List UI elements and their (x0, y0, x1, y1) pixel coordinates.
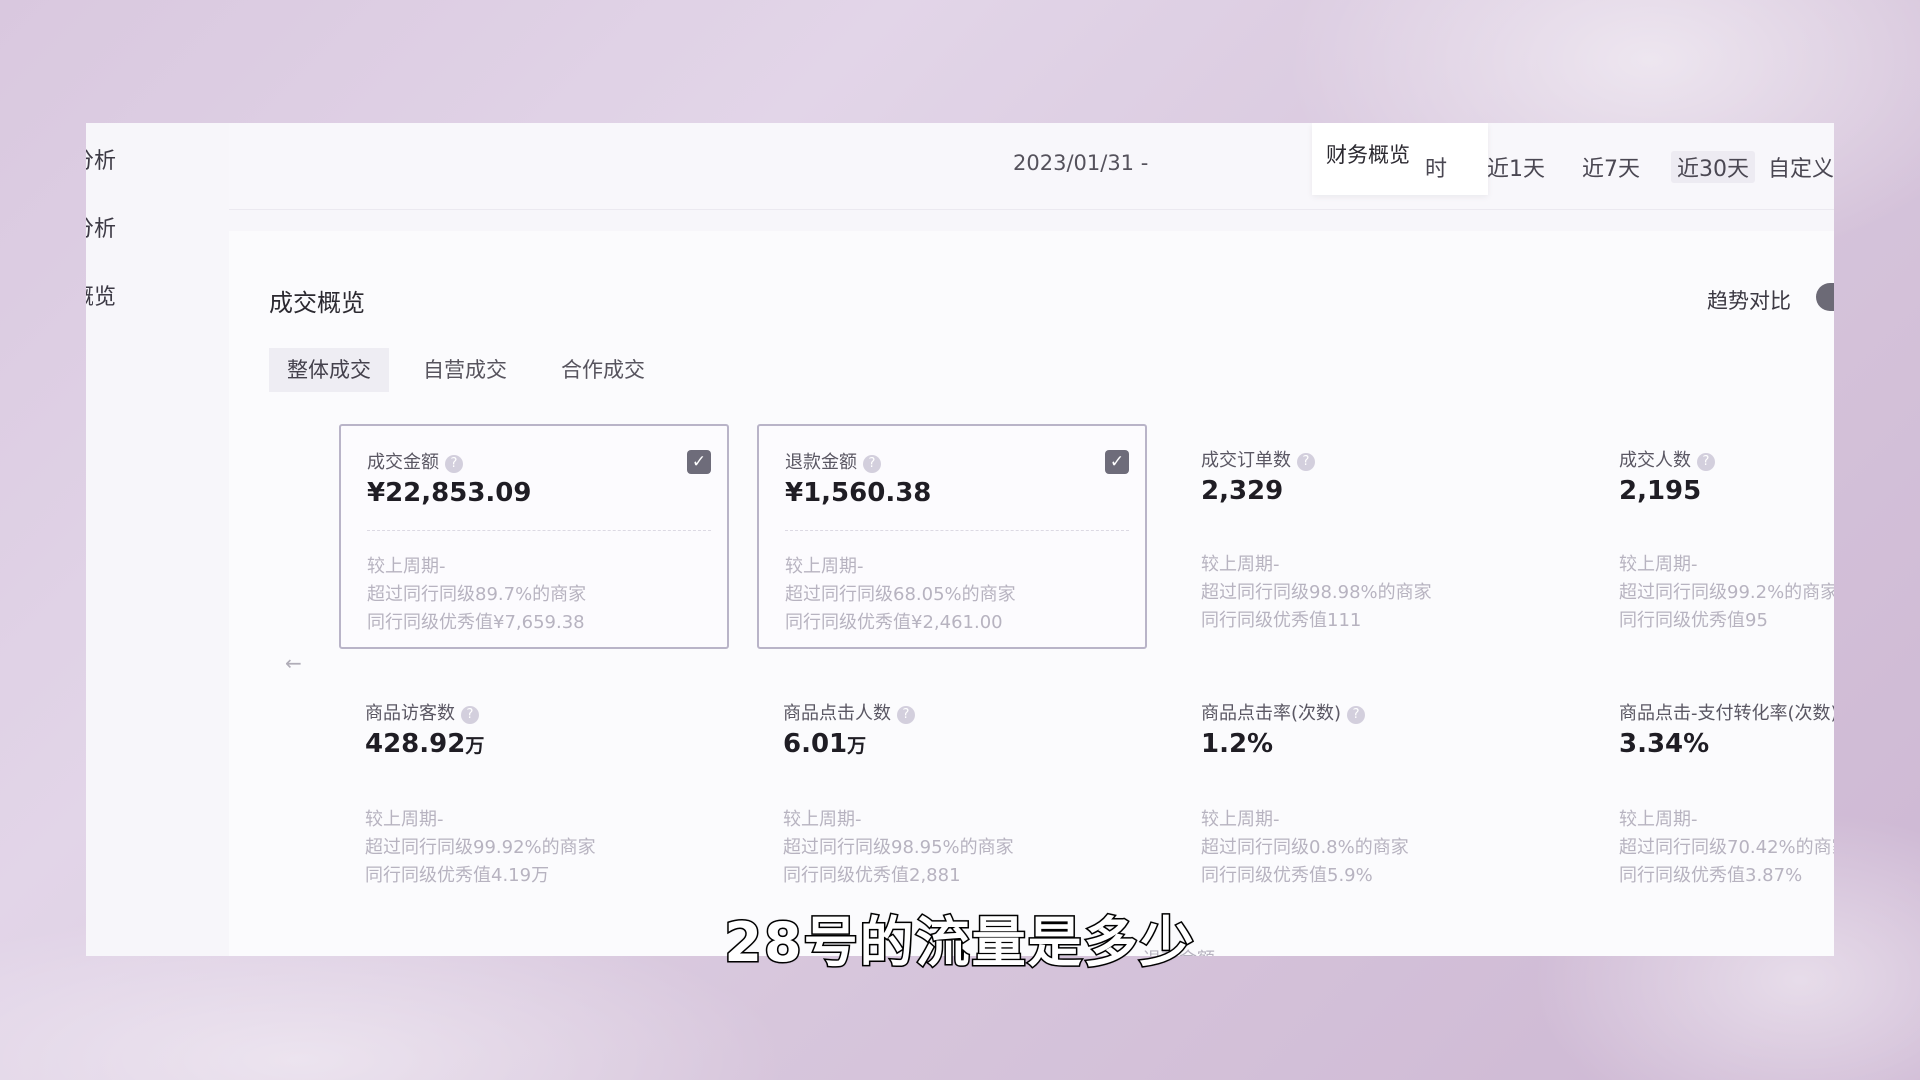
sidebar-item-overview[interactable]: 概览 (86, 279, 116, 311)
tab-self-operated[interactable]: 自营成交 (405, 348, 525, 392)
metric-value: 2,195 (1619, 476, 1702, 506)
metric-benchmark: 同行同级优秀值¥2,461.00 (785, 612, 1003, 633)
checkbox-checked-icon[interactable]: ✓ (687, 450, 711, 474)
question-circle-icon[interactable]: ? (1347, 706, 1366, 724)
question-circle-icon[interactable]: ? (863, 455, 881, 473)
question-circle-icon[interactable]: ? (1297, 453, 1315, 471)
range-1day[interactable]: 近1天 (1487, 151, 1545, 183)
metric-card-visitors[interactable]: 商品访客数? 428.92万 较上周期- 超过同行同级99.92%的商家 同行同… (339, 677, 729, 902)
question-circle-icon[interactable]: ? (445, 455, 463, 473)
arrow-left-icon[interactable]: ← (285, 651, 302, 675)
metric-label: 商品点击-支付转化率(次数) (1619, 703, 1834, 724)
video-caption: 28号的流量是多少 (723, 910, 1196, 976)
metric-value: 6.01万 (783, 729, 867, 759)
range-hour[interactable]: 时 (1425, 151, 1447, 183)
top-bar: 2023/01/31 - 财务概览 时 近1天 近7天 近30天 自定义 更多 (229, 123, 1834, 210)
metric-compare: 较上周期- (1201, 554, 1280, 575)
question-circle-icon[interactable]: ? (461, 706, 479, 724)
metric-value: 1.2% (1201, 729, 1274, 759)
metric-benchmark: 同行同级优秀值4.19万 (365, 865, 550, 886)
metric-compare: 较上周期- (367, 556, 446, 577)
metric-rank: 超过同行同级98.98%的商家 (1201, 582, 1432, 603)
metric-compare: 较上周期- (785, 556, 864, 577)
deal-overview-panel: 成交概览 趋势对比 整体成交 自营成交 合作成交 ← 成交金额? ✓ ¥22,8… (229, 231, 1834, 956)
tab-overall[interactable]: 整体成交 (269, 348, 389, 392)
metric-label: 成交订单数? (1201, 446, 1315, 472)
trend-compare-label: 趋势对比 (1707, 289, 1791, 313)
metric-benchmark: 同行同级优秀值95 (1619, 610, 1768, 631)
checkbox-checked-icon[interactable]: ✓ (1105, 450, 1129, 474)
divider (785, 530, 1129, 531)
metric-value: 2,329 (1201, 476, 1284, 506)
metric-compare: 较上周期- (365, 809, 444, 830)
metric-rank: 超过同行同级68.05%的商家 (785, 584, 1016, 605)
metric-value: 3.34% (1619, 729, 1710, 759)
metric-benchmark: 同行同级优秀值2,881 (783, 865, 961, 886)
metric-benchmark: 同行同级优秀值111 (1201, 610, 1362, 631)
divider (367, 530, 711, 531)
metric-card-clickers[interactable]: 商品点击人数? 6.01万 较上周期- 超过同行同级98.95%的商家 同行同级… (757, 677, 1147, 902)
sidebar: 分析 分析 概览 (86, 123, 226, 956)
question-circle-icon[interactable]: ? (1697, 453, 1715, 471)
panel-title: 成交概览 (269, 289, 365, 317)
range-30days[interactable]: 近30天 (1671, 151, 1755, 183)
metric-rank: 超过同行同级0.8%的商家 (1201, 837, 1409, 858)
metric-card-deal-amount[interactable]: 成交金额? ✓ ¥22,853.09 较上周期- 超过同行同级89.7%的商家 … (339, 424, 729, 649)
date-range[interactable]: 2023/01/31 - (1013, 151, 1148, 175)
metric-compare: 较上周期- (783, 809, 862, 830)
metric-compare: 较上周期- (1619, 809, 1698, 830)
finance-overview-label: 财务概览 (1326, 143, 1410, 167)
metric-label: 商品访客数? (365, 699, 479, 725)
metric-label: 退款金额? (785, 448, 881, 474)
metric-label: 商品点击人数? (783, 699, 915, 725)
metric-benchmark: 同行同级优秀值¥7,659.38 (367, 612, 585, 633)
metric-benchmark: 同行同级优秀值3.87% (1619, 865, 1803, 886)
metric-rank: 超过同行同级70.42%的商家 (1619, 837, 1834, 858)
metric-benchmark: 同行同级优秀值5.9% (1201, 865, 1373, 886)
question-circle-icon[interactable]: ? (897, 706, 915, 724)
trend-compare-toggle[interactable] (1816, 283, 1834, 311)
sidebar-item-analysis-2[interactable]: 分析 (86, 211, 116, 243)
metric-rank: 超过同行同级98.95%的商家 (783, 837, 1014, 858)
metric-card-refund-amount[interactable]: 退款金额? ✓ ¥1,560.38 较上周期- 超过同行同级68.05%的商家 … (757, 424, 1147, 649)
tab-cooperation[interactable]: 合作成交 (543, 348, 663, 392)
metric-value: 428.92万 (365, 729, 485, 759)
metric-compare: 较上周期- (1201, 809, 1280, 830)
metric-rank: 超过同行同级89.7%的商家 (367, 584, 587, 605)
metric-rank: 超过同行同级99.92%的商家 (365, 837, 596, 858)
finance-overview-tooltip[interactable]: 财务概览 (1312, 123, 1488, 195)
metric-label: 成交人数? (1619, 446, 1715, 472)
sidebar-item-analysis-1[interactable]: 分析 (86, 143, 116, 175)
metric-value: ¥22,853.09 (367, 478, 532, 508)
app-window: 分析 分析 概览 2023/01/31 - 财务概览 时 近1天 近7天 近30… (86, 123, 1834, 956)
metric-rank: 超过同行同级99.2%的商家 (1619, 582, 1834, 603)
metric-card-buyer-count[interactable]: 成交人数? 2,195 较上周期- 超过同行同级99.2%的商家 同行同级优秀值… (1593, 424, 1834, 649)
metric-label: 成交金额? (367, 448, 463, 474)
metric-card-click-rate[interactable]: 商品点击率(次数)? 1.2% 较上周期- 超过同行同级0.8%的商家 同行同级… (1175, 677, 1565, 902)
metric-value: ¥1,560.38 (785, 478, 932, 508)
metric-card-conversion-rate[interactable]: 商品点击-支付转化率(次数) 3.34% 较上周期- 超过同行同级70.42%的… (1593, 677, 1834, 902)
metric-label: 商品点击率(次数)? (1201, 699, 1366, 725)
range-custom[interactable]: 自定义 (1768, 151, 1834, 183)
metric-card-order-count[interactable]: 成交订单数? 2,329 较上周期- 超过同行同级98.98%的商家 同行同级优… (1175, 424, 1565, 649)
range-7days[interactable]: 近7天 (1582, 151, 1640, 183)
metric-compare: 较上周期- (1619, 554, 1698, 575)
